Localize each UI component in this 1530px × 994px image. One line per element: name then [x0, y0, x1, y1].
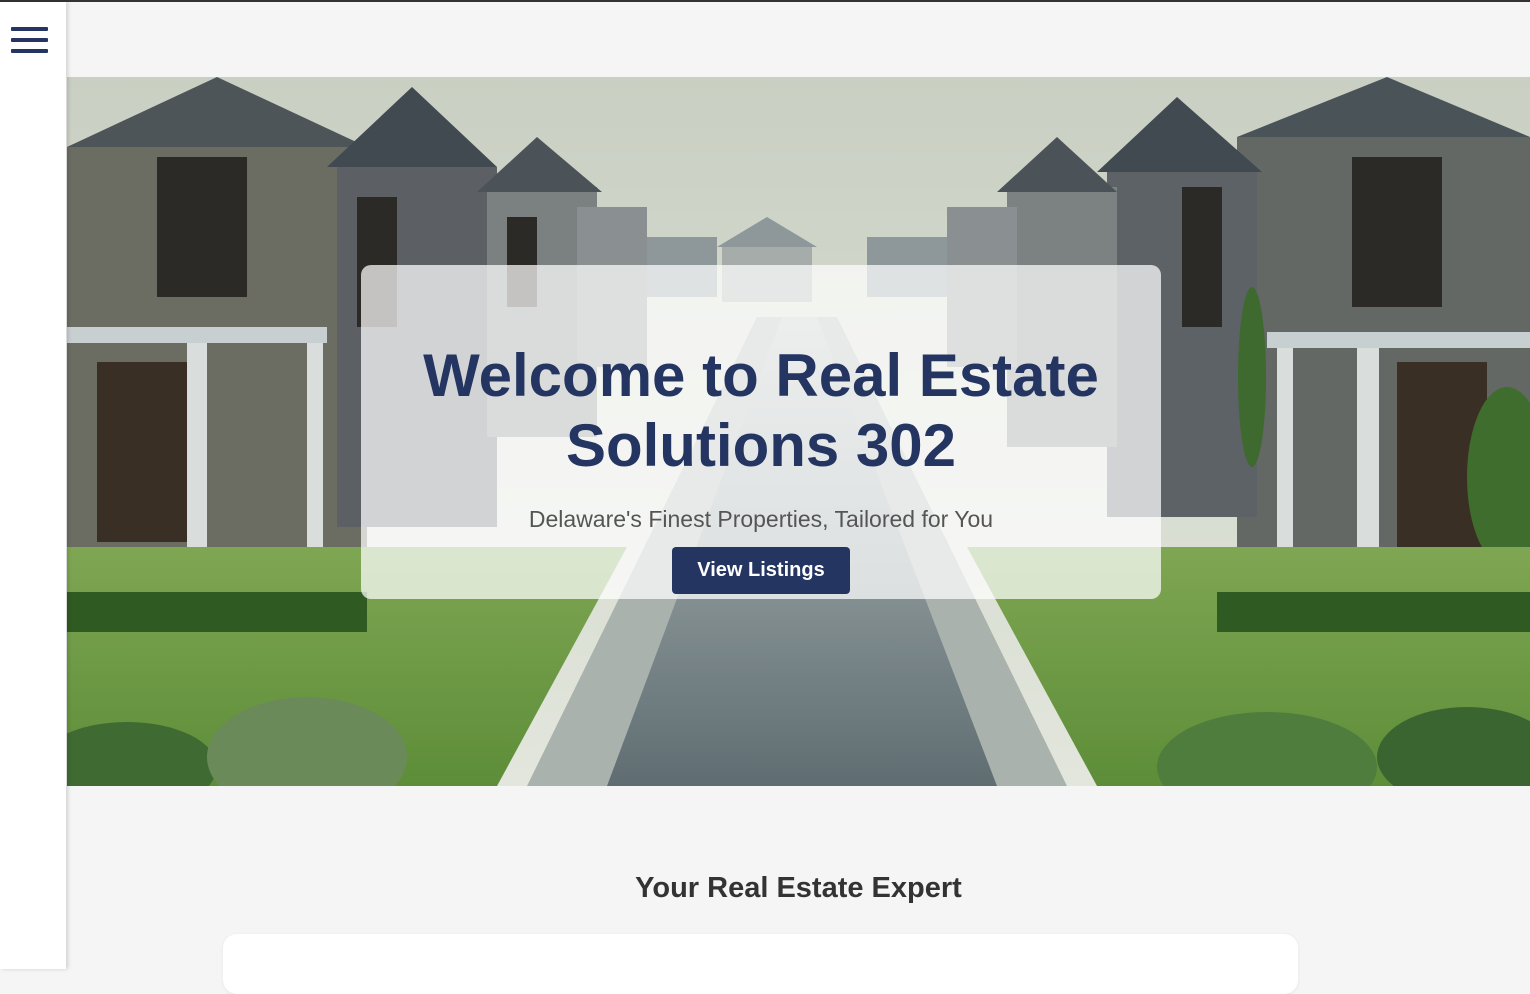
hero-card: Welcome to Real Estate Solutions 302 Del… [361, 265, 1161, 599]
view-listings-button[interactable]: View Listings [672, 547, 850, 594]
sidebar [0, 2, 66, 969]
hero-subtitle: Delaware's Finest Properties, Tailored f… [528, 506, 994, 532]
hamburger-menu-icon[interactable] [11, 27, 48, 59]
hero-banner: Welcome to Real Estate Solutions 302 Del… [67, 77, 1530, 786]
top-bar [66, 2, 1530, 77]
expert-card [223, 934, 1298, 994]
hero-title-line1: Welcome to Real Estate [423, 342, 1099, 409]
hero-title-line2: Solutions 302 [565, 412, 957, 479]
expert-section-title: Your Real Estate Expert [635, 872, 962, 904]
hero-title: Welcome to Real Estate Solutions 302 [361, 265, 1161, 481]
